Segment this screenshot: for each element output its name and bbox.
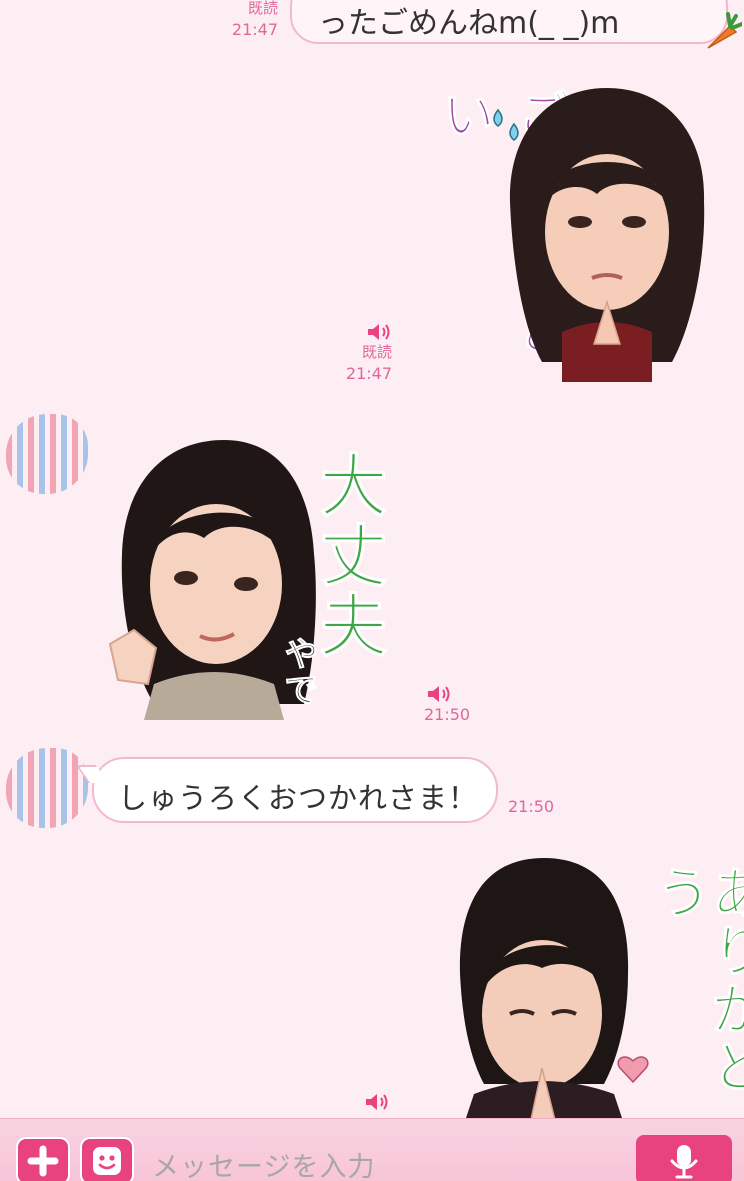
message-text: しゅうろくおつかれさま！ [118,781,479,815]
message-meta: 既読 21:47 [222,0,278,40]
mic-icon [670,1145,698,1179]
carrot-icon [707,12,742,49]
chat-area[interactable]: 既読 21:47 ったごめんねm(_ _)m 既読 21:47 ごめんなさい [0,0,744,1118]
message-meta: 21:50 [508,796,564,817]
timestamp: 21:50 [424,705,471,724]
speaker-icon[interactable] [364,1092,390,1112]
outgoing-message-bubble[interactable]: ったごめんねm(_ _)m [290,0,728,44]
speaker-icon[interactable] [366,322,392,342]
message-input[interactable]: メッセージを入力 [152,1145,375,1181]
avatar[interactable] [6,748,88,828]
add-attachment-button[interactable] [16,1137,70,1181]
message-meta: 既読 21:47 [336,322,392,384]
timestamp: 21:47 [345,364,392,383]
incoming-message-bubble[interactable]: しゅうろくおつかれさま！ [92,757,498,823]
timestamp: 21:47 [231,20,278,39]
heart-icon [617,1056,649,1084]
sticker-thanks[interactable]: ありがとう [430,854,744,1118]
sticker-portrait [459,858,629,1118]
emoji-icon [93,1147,121,1175]
plus-icon [27,1145,59,1177]
sticker-caption: 大丈夫 [307,450,387,661]
timestamp: 21:50 [508,797,555,816]
sticker-button[interactable] [80,1137,134,1181]
avatar[interactable] [6,414,88,494]
sticker-daijoubu[interactable]: 大丈夫 やで [104,430,394,722]
sticker-subcaption: やで [278,636,319,709]
sticker-sorry[interactable]: ごめんなさい [420,82,720,382]
voice-input-button[interactable] [636,1135,732,1181]
sticker-portrait [509,88,705,382]
message-meta [350,1092,390,1112]
message-meta: 21:50 [424,684,480,725]
speaker-icon[interactable] [426,684,452,704]
sticker-caption: ありがとう [646,864,744,1097]
message-input-bar: メッセージを入力 [0,1118,744,1181]
read-receipt: 既読 [361,343,392,361]
message-text: ったごめんねm(_ _)m [318,6,620,41]
read-receipt: 既読 [247,0,278,17]
